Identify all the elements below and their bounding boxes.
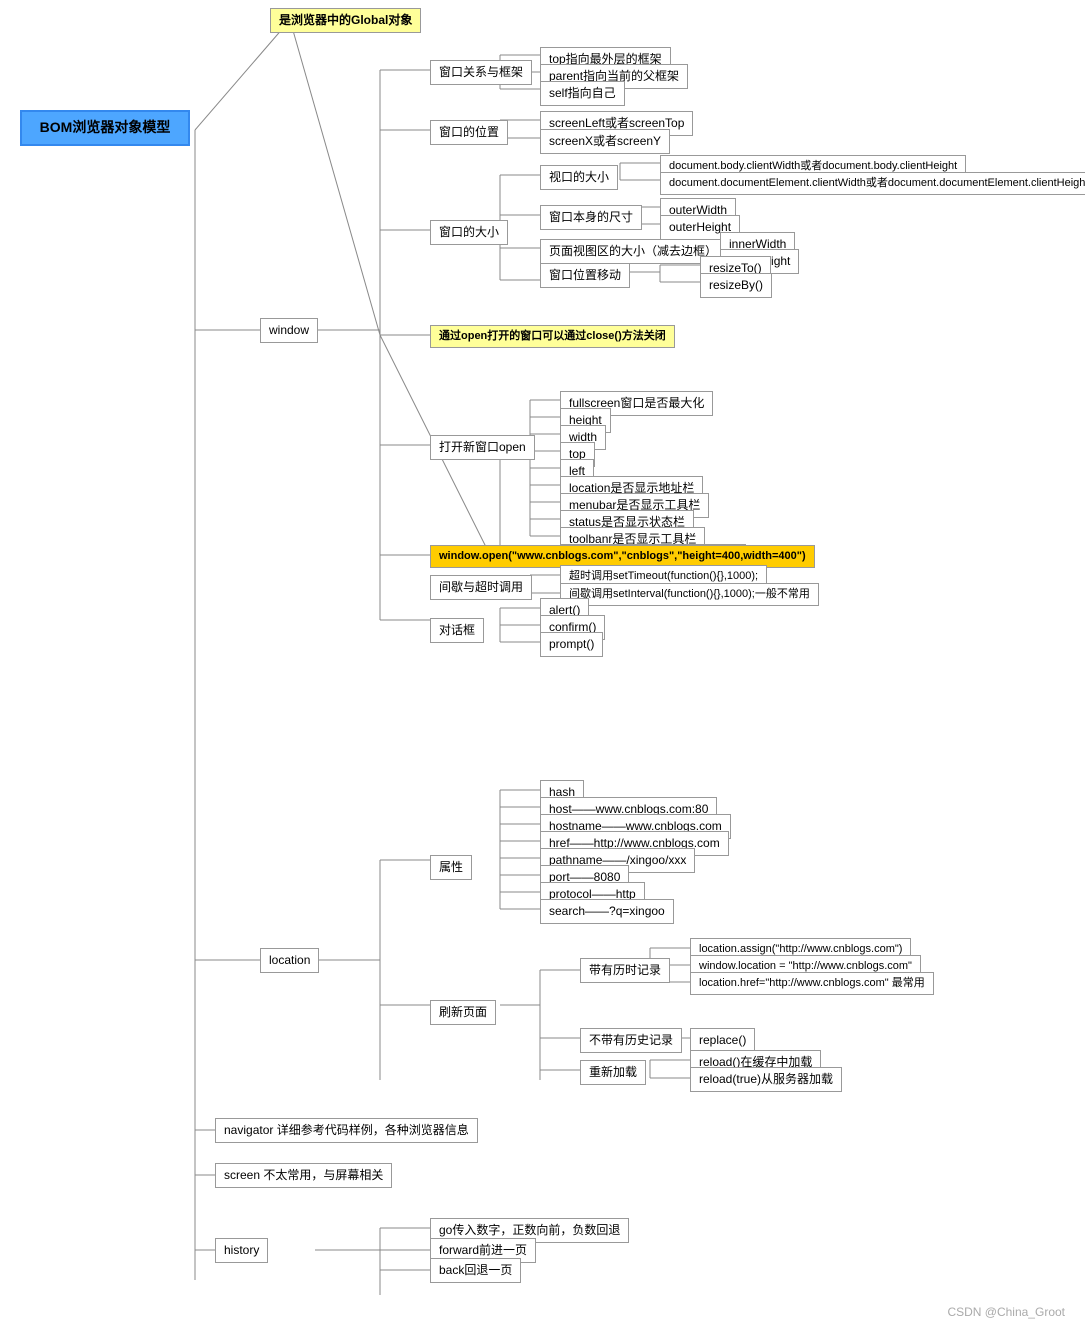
reload-server: reload(true)从服务器加载 xyxy=(690,1067,842,1092)
search-node: search——?q=xingoo xyxy=(540,899,674,924)
window-frame-node: 窗口关系与框架 xyxy=(430,60,532,85)
viewport-2: document.documentElement.clientWidth或者do… xyxy=(660,172,1085,195)
window-frame-3: self指向自己 xyxy=(540,81,625,106)
no-history: 不带有历史记录 xyxy=(580,1028,682,1053)
back-node: back回退一页 xyxy=(430,1258,521,1283)
prompt-node: prompt() xyxy=(540,632,603,657)
window-pos-node: 窗口的位置 xyxy=(430,120,508,145)
href-set: location.href="http://www.cnblogs.com" 最… xyxy=(690,972,934,995)
window-pos-2: screenX或者screenY xyxy=(540,129,670,154)
navigator-node: navigator 详细参考代码样例，各种浏览器信息 xyxy=(215,1118,478,1143)
reload-node: 重新加载 xyxy=(580,1060,646,1085)
global-node: 是浏览器中的Global对象 xyxy=(270,8,421,33)
open-note: 通过open打开的窗口可以通过close()方法关闭 xyxy=(430,325,675,348)
history-node: history xyxy=(215,1238,268,1263)
watermark: CSDN @China_Groot xyxy=(947,1305,1065,1319)
refresh-node: 刷新页面 xyxy=(430,1000,496,1025)
main-node: BOM浏览器对象模型 xyxy=(20,110,190,146)
window-node: window xyxy=(260,318,318,343)
connector-lines xyxy=(0,0,1085,1339)
setinterval-node: 间歇调用setInterval(function(){},1000);一般不常用 xyxy=(560,583,819,606)
diagram-container: BOM浏览器对象模型 是浏览器中的Global对象 window 窗口关系与框架… xyxy=(0,0,1085,1339)
viewport-size-node: 视口的大小 xyxy=(540,165,618,190)
window-self-size: 窗口本身的尺寸 xyxy=(540,205,642,230)
screen-node: screen 不太常用，与屏幕相关 xyxy=(215,1163,392,1188)
interval-node: 间歇与超时调用 xyxy=(430,575,532,600)
resize-by: resizeBy() xyxy=(700,273,772,298)
with-history: 带有历时记录 xyxy=(580,958,670,983)
page-view: 页面视图区的大小（减去边框） xyxy=(540,239,726,264)
window-move: 窗口位置移动 xyxy=(540,263,630,288)
location-node: location xyxy=(260,948,319,973)
location-attr: 属性 xyxy=(430,855,472,880)
dialog-node: 对话框 xyxy=(430,618,484,643)
open-new: 打开新窗口open xyxy=(430,435,535,460)
window-size-node: 窗口的大小 xyxy=(430,220,508,245)
